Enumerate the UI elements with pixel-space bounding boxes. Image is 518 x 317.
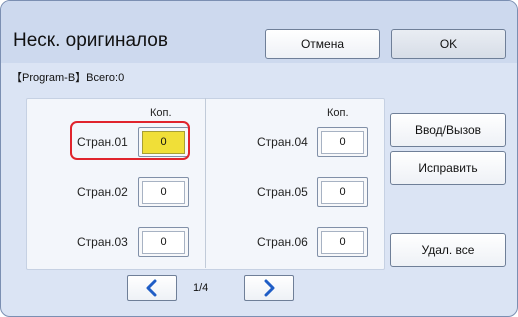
entry-recall-button[interactable]: Ввод/Вызов	[390, 113, 506, 147]
program-summary: 【Program-B】Всего:0	[11, 72, 125, 84]
clear-all-button[interactable]: Удал. все	[390, 233, 506, 267]
ok-button[interactable]: OK	[391, 29, 506, 59]
copy-count-page-05[interactable]: 0	[317, 177, 368, 207]
dialog-title: Неск. оригиналов	[13, 30, 168, 51]
copy-count-value: 0	[142, 180, 185, 204]
page-label-04: Стран.04	[257, 135, 308, 149]
page-label-02: Стран.02	[77, 185, 128, 199]
page-label-06: Стран.06	[257, 235, 308, 249]
copy-count-page-03[interactable]: 0	[138, 227, 189, 257]
page-label-05: Стран.05	[257, 185, 308, 199]
selection-highlight	[70, 121, 190, 160]
copy-count-value: 0	[142, 230, 185, 254]
copy-count-page-06[interactable]: 0	[317, 227, 368, 257]
next-page-button[interactable]	[244, 275, 294, 301]
page-indicator: 1/4	[193, 282, 209, 294]
copy-count-page-02[interactable]: 0	[138, 177, 189, 207]
edit-button[interactable]: Исправить	[390, 151, 506, 185]
copy-count-value: 0	[321, 230, 364, 254]
copy-count-page-04[interactable]: 0	[317, 127, 368, 157]
chevron-right-icon	[264, 279, 275, 297]
chevron-left-icon	[146, 279, 157, 297]
copies-header-right: Коп.	[327, 107, 349, 119]
previous-page-button[interactable]	[127, 275, 177, 301]
page-label-03: Стран.03	[77, 235, 128, 249]
copy-count-value: 0	[321, 130, 364, 154]
cancel-button[interactable]: Отмена	[265, 29, 380, 59]
copy-count-value: 0	[321, 180, 364, 204]
copies-header-left: Коп.	[150, 107, 172, 119]
dialog-window: Неск. оригиналов Отмена OK 【Program-B】Вс…	[0, 0, 518, 317]
column-divider	[205, 98, 206, 268]
